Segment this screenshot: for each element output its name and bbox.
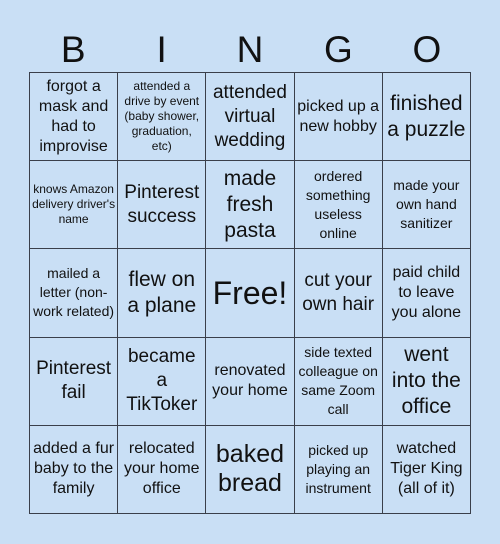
board-row: knows Amazon delivery driver's name Pint… (28, 160, 472, 250)
bingo-cell[interactable]: cut your own hair (293, 248, 383, 338)
bingo-cell[interactable]: became a TikToker (117, 336, 207, 426)
bingo-cell[interactable]: picked up a new hobby (293, 71, 383, 162)
bingo-cell[interactable]: Pinterest success (117, 160, 207, 250)
bingo-cell[interactable]: made fresh pasta (205, 160, 295, 250)
bingo-cell[interactable]: attended a drive by event (baby shower, … (117, 71, 207, 162)
bingo-cell[interactable]: made your own hand sanitizer (381, 160, 472, 250)
bingo-cell[interactable]: mailed a letter (non-work related) (28, 248, 119, 338)
bingo-cell[interactable]: flew on a plane (117, 248, 207, 338)
bingo-cell[interactable]: forgot a mask and had to improvise (28, 71, 119, 162)
bingo-cell[interactable]: side texted colleague on same Zoom call (293, 336, 383, 426)
board-row: forgot a mask and had to improvise atten… (28, 71, 472, 162)
bingo-cell[interactable]: finished a puzzle (381, 71, 472, 162)
bingo-cell[interactable]: knows Amazon delivery driver's name (28, 160, 119, 250)
bingo-board: forgot a mask and had to improvise atten… (28, 71, 472, 515)
bingo-header: B I N G O (29, 28, 471, 72)
bingo-cell[interactable]: picked up playing an instrument (293, 424, 383, 515)
bingo-cell[interactable]: relocated your home office (117, 424, 207, 515)
bingo-cell[interactable]: attended virtual wedding (205, 71, 295, 162)
bingo-cell[interactable]: added a fur baby to the family (28, 424, 119, 515)
bingo-cell[interactable]: baked bread (205, 424, 295, 515)
bingo-cell[interactable]: went into the office (381, 336, 472, 426)
free-space-cell[interactable]: Free! (205, 248, 295, 338)
bingo-cell[interactable]: watched Tiger King (all of it) (381, 424, 472, 515)
header-letter-n: N (236, 29, 264, 70)
bingo-cell[interactable]: renovated your home (205, 336, 295, 426)
bingo-cell[interactable]: paid child to leave you alone (381, 248, 472, 338)
board-row: Pinterest fail became a TikToker renovat… (28, 336, 472, 426)
header-letter-o: O (412, 29, 442, 70)
bingo-cell[interactable]: ordered something useless online (293, 160, 383, 250)
bingo-cell[interactable]: Pinterest fail (28, 336, 119, 426)
board-row: added a fur baby to the family relocated… (28, 424, 472, 515)
header-letter-b: B (60, 29, 86, 70)
board-row: mailed a letter (non-work related) flew … (28, 248, 472, 338)
header-letter-i: I (156, 29, 167, 70)
header-letter-g: G (324, 29, 353, 70)
